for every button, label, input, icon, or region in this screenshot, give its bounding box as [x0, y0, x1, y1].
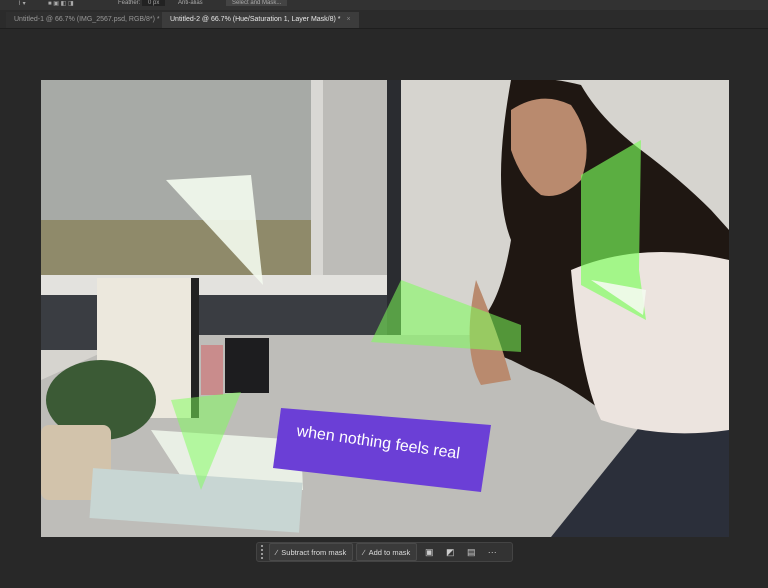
subtract-from-mask-button[interactable]: ∕ Subtract from mask [269, 543, 354, 561]
button-label: Add to mask [368, 547, 411, 557]
lasso-tool-icon[interactable]: ⌇ ▾ [18, 0, 26, 7]
add-to-mask-button[interactable]: ∕ Add to mask [356, 543, 418, 561]
invert-mask-icon[interactable]: ◩ [441, 544, 459, 560]
feather-label: Feather: [118, 0, 141, 6]
select-and-mask-button[interactable]: Select and Mask... [226, 0, 288, 6]
document-canvas[interactable]: when nothing feels real [41, 80, 729, 537]
brush-minus-icon: ∕ [276, 547, 278, 557]
feather-input[interactable]: 0 px [142, 0, 166, 6]
brush-plus-icon: ∕ [363, 547, 365, 557]
anti-alias-checkbox[interactable]: Anti-alias [178, 0, 203, 6]
selection-mode-icons[interactable]: ■ ▣ ◧ ◨ [48, 0, 74, 7]
drag-handle[interactable] [261, 545, 266, 559]
tab-label: Untitled-2 @ 66.7% (Hue/Saturation 1, La… [170, 16, 341, 23]
mask-options-icon[interactable]: ▣ [420, 544, 438, 560]
mask-fill-icon[interactable]: ▤ [462, 544, 480, 560]
tab-untitled-1[interactable]: Untitled-1 @ 66.7% (IMG_2567.psd, RGB/8*… [6, 12, 178, 28]
tab-label: Untitled-1 @ 66.7% (IMG_2567.psd, RGB/8*… [14, 16, 160, 23]
tab-untitled-2[interactable]: Untitled-2 @ 66.7% (Hue/Saturation 1, La… [162, 12, 359, 28]
button-label: Subtract from mask [281, 547, 347, 557]
close-icon[interactable]: × [347, 16, 351, 23]
more-options-icon[interactable]: ··· [483, 544, 501, 560]
contextual-task-bar: ∕ Subtract from mask ∕ Add to mask ▣ ◩ ▤ ·… [256, 542, 513, 562]
document-tabs: Untitled-1 @ 66.7% (IMG_2567.psd, RGB/8*… [0, 10, 768, 29]
photo: when nothing feels real [41, 80, 729, 537]
options-bar: ⌇ ▾ ■ ▣ ◧ ◨ Feather: 0 px Anti-alias Sel… [0, 0, 768, 10]
